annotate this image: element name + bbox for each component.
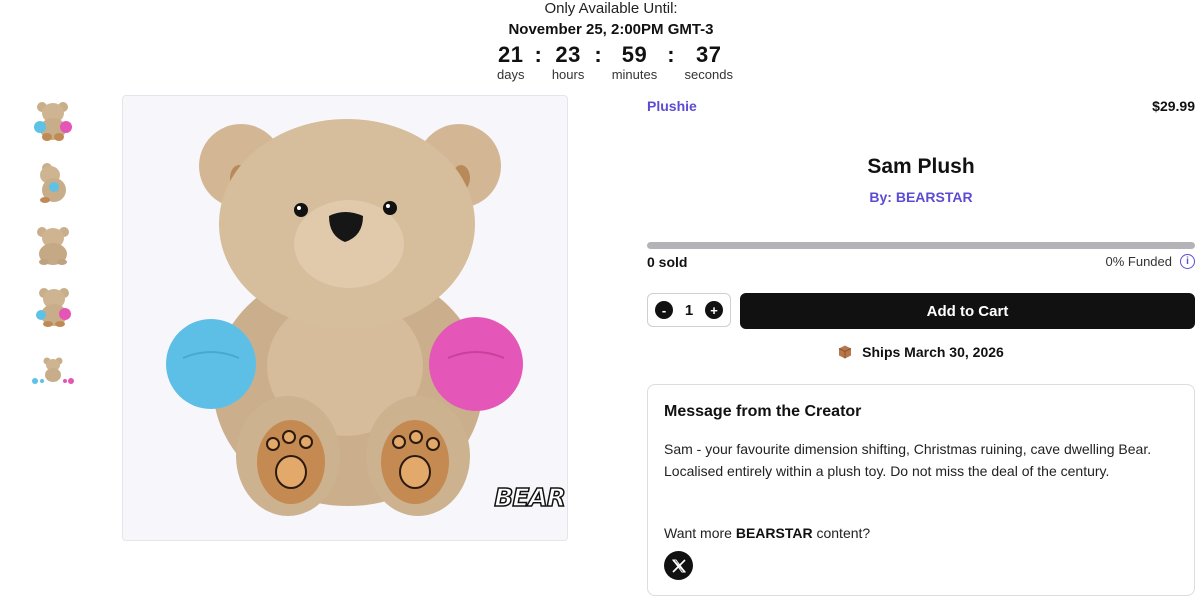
countdown-value: 59 xyxy=(621,42,648,67)
product-details: Plushie $29.99 Sam Plush By: BEARSTAR 0 … xyxy=(647,95,1195,596)
box-icon xyxy=(838,345,852,359)
availability-date: November 25, 2:00PM GMT-3 xyxy=(508,21,714,38)
countdown-separator: : xyxy=(534,42,542,67)
countdown-days: 21 days xyxy=(497,42,524,82)
countdown-value: 23 xyxy=(555,42,581,67)
creator-message-card: Message from the Creator Sam - your favo… xyxy=(647,384,1195,596)
thumbnail-back-view[interactable] xyxy=(30,221,76,267)
countdown-unit-label: minutes xyxy=(611,67,658,82)
bear-plush-illustration xyxy=(166,119,523,516)
message-body: Sam - your favourite dimension shifting,… xyxy=(664,441,1152,479)
countdown-unit-label: seconds xyxy=(684,67,733,82)
product-main-image[interactable]: BEAR xyxy=(122,95,568,541)
funding-progress-bar xyxy=(647,242,1195,249)
minus-icon[interactable]: - xyxy=(655,301,673,319)
creator-link[interactable]: By: BEARSTAR xyxy=(647,189,1195,205)
sold-count: 0 sold xyxy=(647,254,688,270)
category-row: Plushie $29.99 xyxy=(647,95,1195,119)
quantity-value[interactable]: 1 xyxy=(685,302,693,319)
message-heading: Message from the Creator xyxy=(664,403,862,420)
more-prefix: Want more xyxy=(664,525,736,541)
countdown-unit-label: hours xyxy=(551,67,585,82)
funded-percent: 0% Funded xyxy=(1105,254,1173,269)
countdown-value: 21 xyxy=(498,42,524,67)
countdown-separator: : xyxy=(667,42,675,67)
countdown-value: 37 xyxy=(696,42,722,67)
add-to-cart-button[interactable]: Add to Cart xyxy=(740,293,1195,329)
funded-status: 0% Funded i xyxy=(1105,254,1195,269)
thumbnail-side-view[interactable] xyxy=(30,159,76,205)
countdown-header: Only Available Until: November 25, 2:00P… xyxy=(0,0,1200,88)
info-icon[interactable]: i xyxy=(1180,254,1195,269)
ship-date: Ships March 30, 2026 xyxy=(862,344,1004,360)
x-logo-icon[interactable] xyxy=(664,551,693,580)
thumbnail-front-with-balls[interactable] xyxy=(30,97,76,143)
plus-icon[interactable]: + xyxy=(705,301,723,319)
countdown-separator: : xyxy=(594,42,602,67)
thumbnail-small-front[interactable] xyxy=(30,345,76,391)
price: $29.99 xyxy=(1152,98,1195,114)
countdown-unit-label: days xyxy=(497,67,525,82)
category-link[interactable]: Plushie xyxy=(647,98,697,114)
countdown-seconds: 37 seconds xyxy=(685,42,733,82)
thumbnail-list xyxy=(30,97,78,407)
shipping-info: Ships March 30, 2026 xyxy=(647,344,1195,360)
availability-label: Only Available Until: xyxy=(544,0,678,17)
countdown-hours: 23 hours xyxy=(552,42,585,82)
quantity-stepper: - 1 + xyxy=(647,293,731,327)
cart-row: - 1 + Add to Cart xyxy=(647,293,1195,329)
more-suffix: content? xyxy=(812,525,871,541)
brand-logo: BEAR xyxy=(494,482,567,513)
product-title: Sam Plush xyxy=(867,155,975,178)
countdown-timer: 21 days : 23 hours : 59 minutes : 37 sec… xyxy=(0,42,1200,82)
thumbnail-angle-with-balls[interactable] xyxy=(30,283,76,329)
more-brand: BEARSTAR xyxy=(735,525,813,541)
more-content-text: Want more BEARSTAR content? xyxy=(664,525,870,541)
countdown-minutes: 59 minutes xyxy=(612,42,658,82)
